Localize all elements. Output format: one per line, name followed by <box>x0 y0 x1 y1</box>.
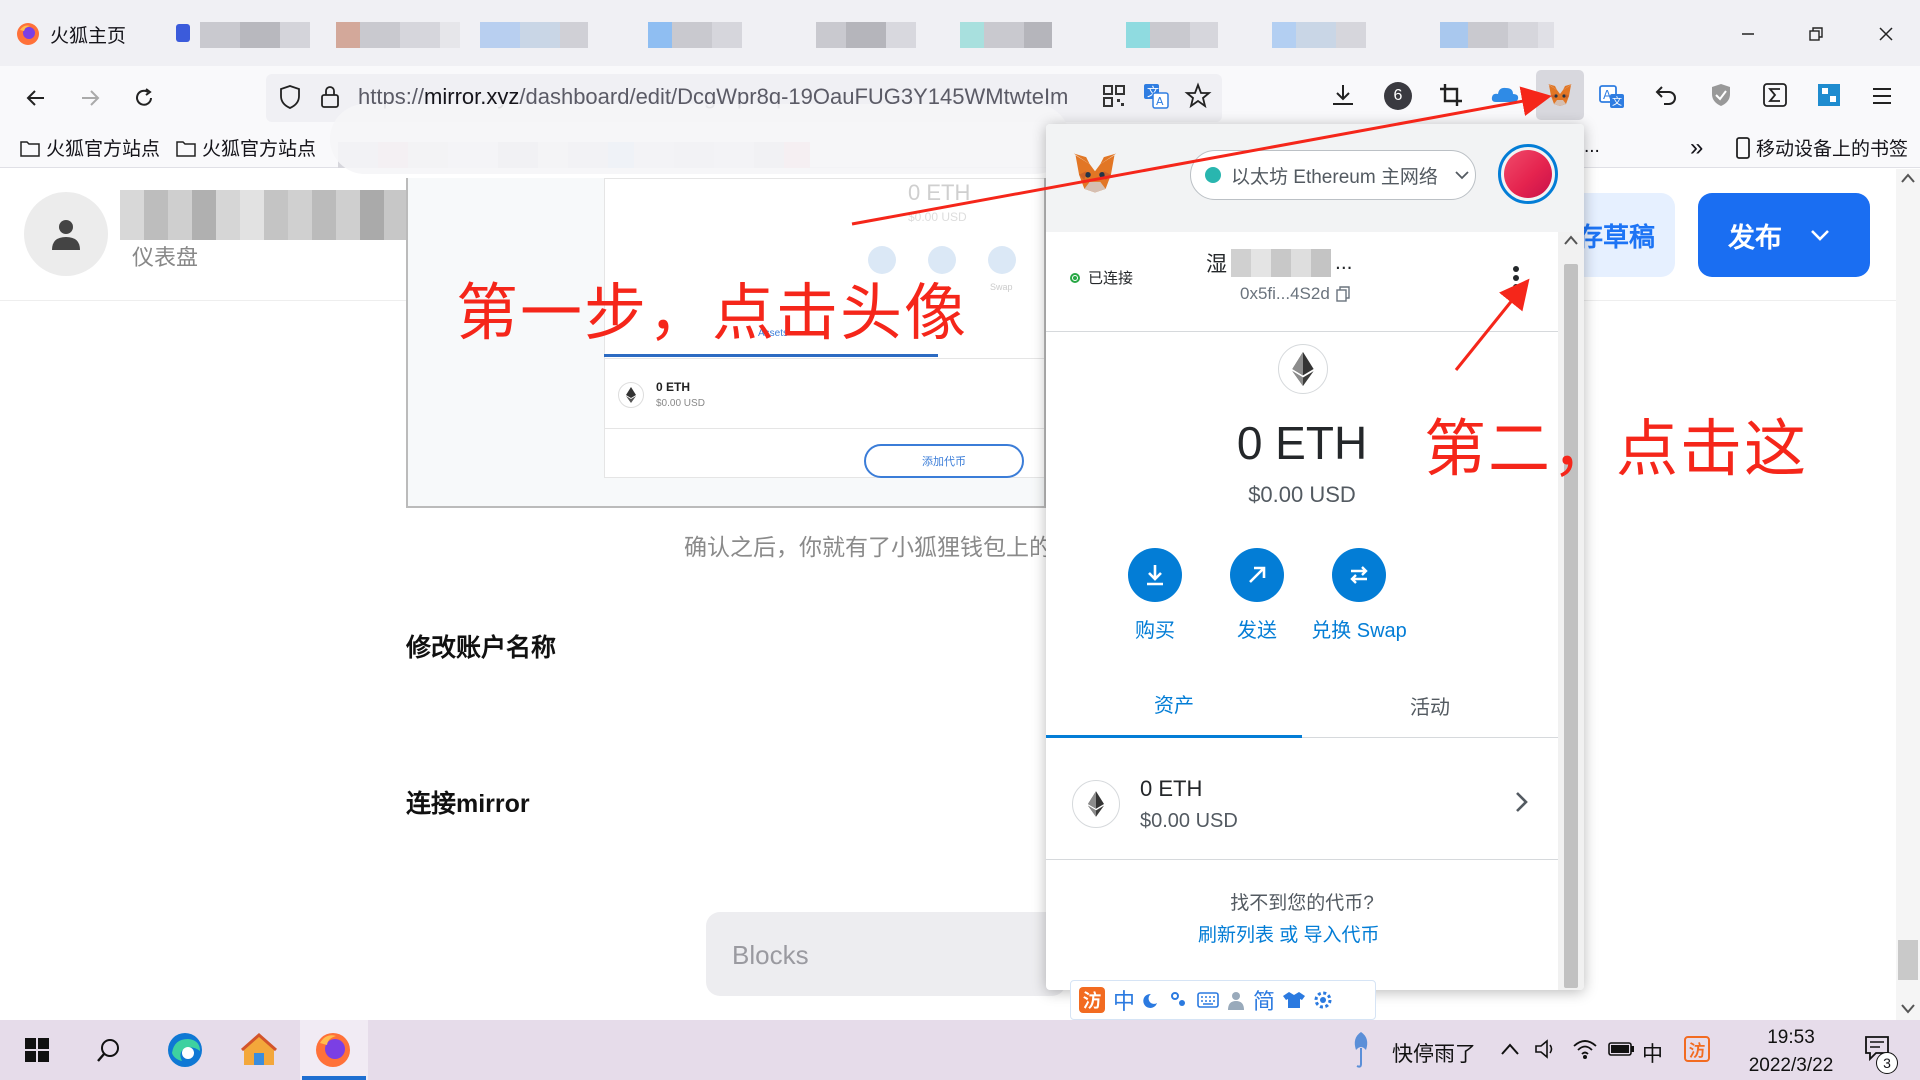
wifi-icon[interactable] <box>1572 1038 1598 1060</box>
arrow-to-menu <box>1454 278 1530 371</box>
firefox-taskbar-icon[interactable] <box>308 1026 358 1074</box>
search-icon[interactable] <box>84 1026 134 1074</box>
annotation-step-two: 第二，点击这 <box>1424 412 1809 485</box>
windows-start-icon[interactable] <box>12 1026 62 1074</box>
umbrella-icon[interactable] <box>1350 1030 1372 1070</box>
chevron-up-icon[interactable] <box>1500 1042 1520 1056</box>
home-app-icon[interactable] <box>234 1026 284 1074</box>
ime-indicator[interactable]: 中 <box>1642 1038 1663 1068</box>
clock-date: 2022/3/22 <box>1748 1055 1834 1076</box>
edge-browser-icon[interactable] <box>160 1026 210 1074</box>
sogou-ime-icon[interactable]: 汸 <box>1684 1036 1710 1062</box>
annotation-step-one: 第一步，点击头像 <box>456 276 969 349</box>
battery-icon[interactable] <box>1608 1040 1636 1058</box>
volume-icon[interactable] <box>1534 1038 1558 1060</box>
active-app-indicator <box>302 1076 366 1080</box>
clock-time: 19:53 <box>1767 1027 1815 1048</box>
arrow-to-avatar <box>851 86 1552 226</box>
annotation-arrows <box>851 86 1552 371</box>
clock[interactable]: 19:53 2022/3/22 <box>1736 1024 1846 1080</box>
weather-text[interactable]: 快停雨了 <box>1392 1038 1476 1068</box>
notification-badge: 3 <box>1876 1052 1898 1074</box>
